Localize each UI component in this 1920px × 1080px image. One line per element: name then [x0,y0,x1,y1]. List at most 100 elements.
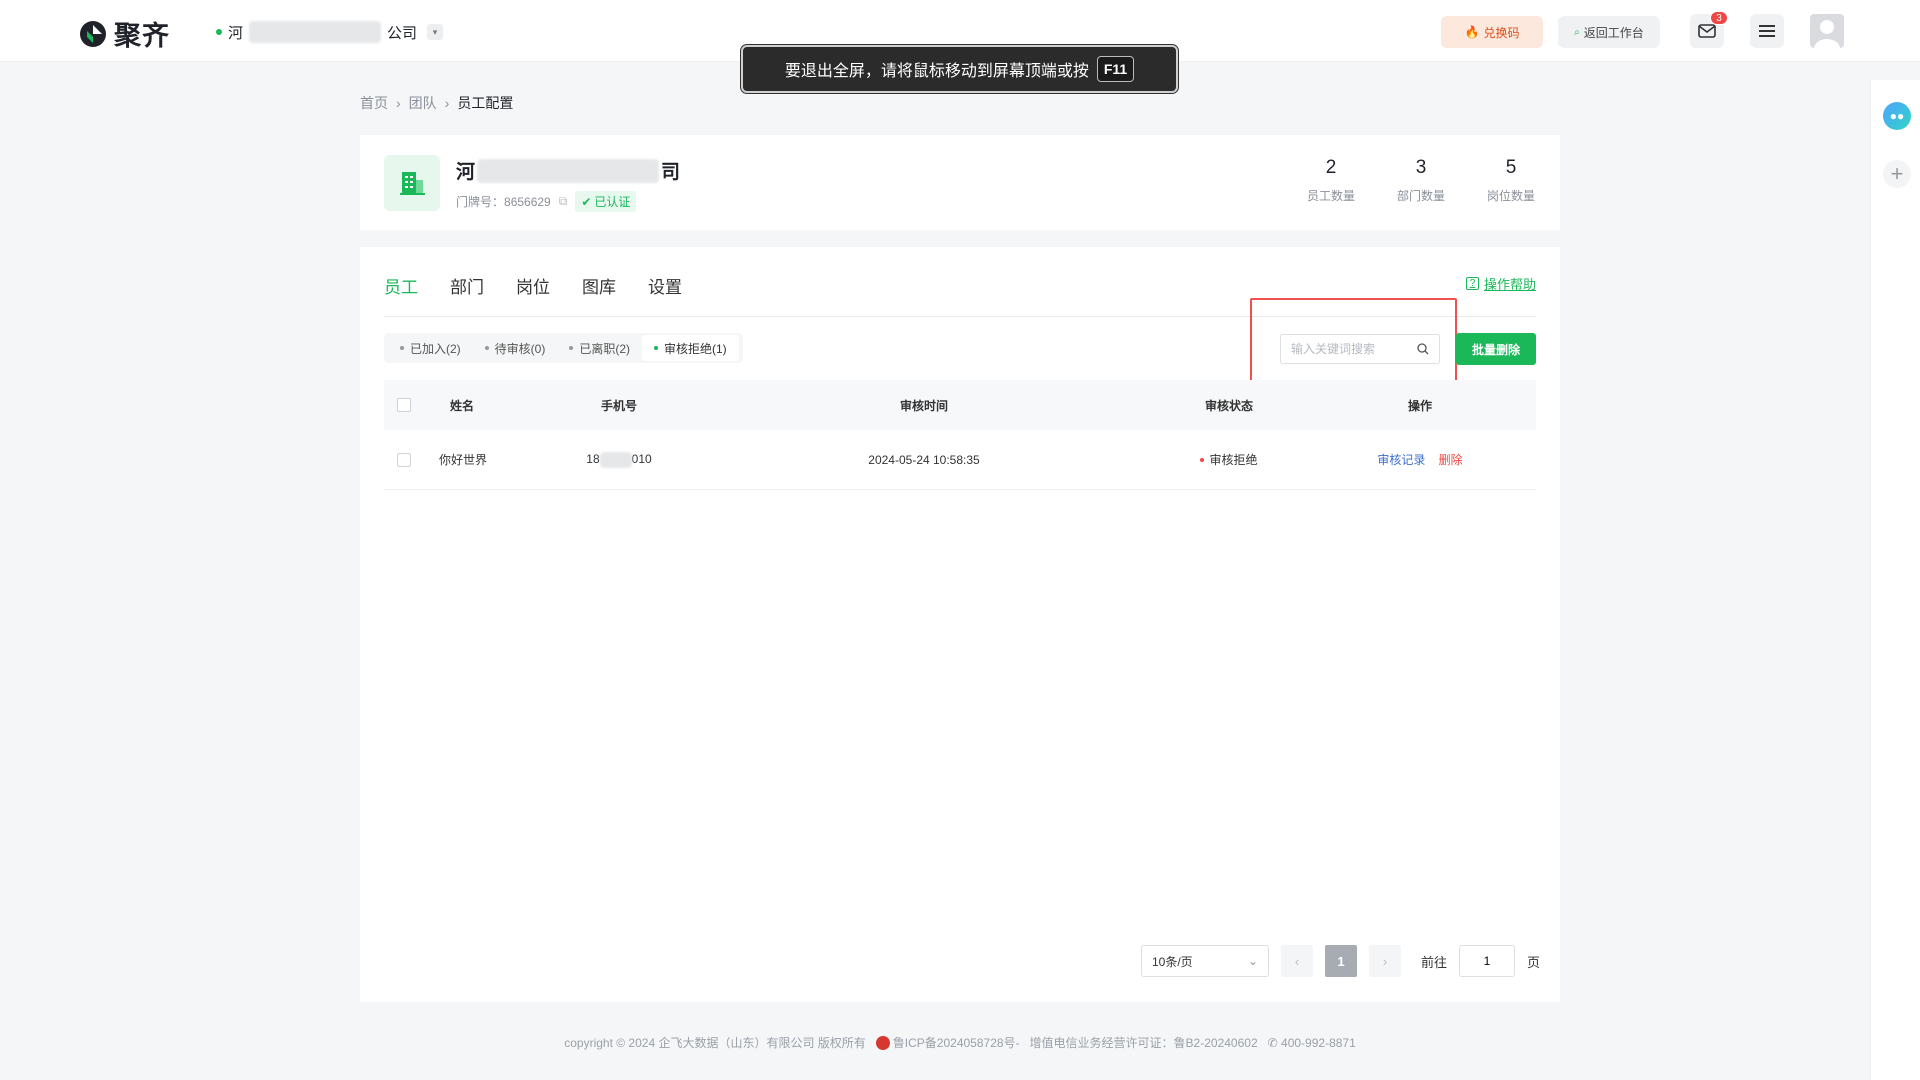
chevron-right-icon: › [444,95,450,111]
tab-gallery[interactable]: 图库 [582,273,616,298]
page-number[interactable]: 1 [1325,945,1357,977]
tab-settings[interactable]: 设置 [648,273,682,298]
redacted-phone [599,451,632,468]
search-box[interactable] [1280,334,1440,364]
building-icon [384,155,440,211]
logo-icon [80,20,106,47]
cell-status: 审核拒绝 [1154,451,1304,469]
tab-departments[interactable]: 部门 [450,273,484,298]
stat-label: 员工数量 [1306,189,1355,203]
footer-license: 增值电信业务经营许可证：鲁B2-20240602 [1029,1036,1258,1050]
stat-value: 3 [1415,157,1427,178]
help-icon: ? [1465,277,1479,290]
header-time: 审核时间 [899,398,948,413]
footer-icp[interactable]: 鲁ICP备2024058728号- [875,1034,1020,1051]
main-tabs: 员工 部门 岗位 图库 设置 [384,273,682,298]
search-icon[interactable] [1417,343,1429,355]
plate-label: 门牌号：8656629 [456,195,551,209]
delete-link[interactable]: 删除 [1439,453,1463,467]
status-subtabs: 已加入(2) 待审核(0) 已离职(2) 审核拒绝(1) [384,333,743,363]
org-name-prefix: 河 [228,24,244,42]
subtab-resigned[interactable]: 已离职(2) [557,335,642,361]
select-all-checkbox[interactable] [397,398,411,412]
footer-phone: ✆ 400-992-8871 [1267,1035,1356,1050]
back-to-workspace-button[interactable]: ⌕ 返回工作台 [1558,16,1660,48]
main-panel: 员工 部门 岗位 图库 设置 ? 操作帮助 已加入(2) 待审核(0) 已离职(… [360,247,1560,1002]
hamburger-icon [1759,25,1775,37]
page-size-value: 10条/页 [1152,954,1193,969]
mail-button[interactable]: 3 [1690,11,1728,48]
mail-badge: 3 [1710,11,1728,25]
footer: copyright © 2024 企飞大数据（山东）有限公司 版权所有 鲁ICP… [0,1034,1920,1051]
phone-icon: ✆ [1267,1035,1278,1050]
breadcrumb-team[interactable]: 团队 [409,93,437,113]
prev-page-button[interactable]: ‹ [1281,945,1313,977]
page-unit: 页 [1527,954,1541,970]
tab-employees[interactable]: 员工 [384,273,418,298]
cell-time: 2024-05-24 10:58:35 [868,452,980,467]
logo[interactable]: 聚齐 [78,14,170,53]
search-input[interactable] [1291,342,1401,356]
org-switcher[interactable]: 河 公司 ▾ [216,21,444,43]
verified-badge: ✔ 已认证 [575,191,637,212]
stat-positions: 5 岗位数量 [1486,157,1536,204]
company-name-prefix: 河 [456,162,476,183]
header-op: 操作 [1407,398,1432,413]
police-emblem-icon [875,1035,890,1050]
stat-departments: 3 部门数量 [1396,157,1446,204]
redacted-org-name [249,21,382,43]
batch-delete-button[interactable]: 批量删除 [1456,333,1536,365]
cell-op: 审核记录 删除 [1304,451,1536,468]
subtab-pending[interactable]: 待审核(0) [473,335,558,361]
goto-label: 前往 [1421,954,1448,970]
logo-text: 聚齐 [114,21,170,51]
chevron-down-icon: ⌄ [1247,954,1258,968]
user-avatar-icon [1814,20,1840,48]
plus-icon[interactable]: + [1883,160,1911,188]
stat-value: 5 [1505,157,1517,178]
stat-value: 2 [1325,157,1337,178]
audit-record-link[interactable]: 审核记录 [1377,453,1425,467]
back-label: 返回工作台 [1583,25,1644,40]
redeem-label: 兑换码 [1483,25,1520,40]
copy-icon[interactable]: ⧉ [559,194,568,209]
plate-number: 8656629 [504,195,551,209]
search-small-icon: ⌕ [1574,26,1580,38]
redeem-code-button[interactable]: 🔥 兑换码 [1441,16,1543,48]
row-checkbox[interactable] [397,452,411,467]
goto-page-input[interactable] [1459,945,1516,977]
subtab-joined[interactable]: 已加入(2) [388,335,473,361]
shield-check-icon: ✔ [581,194,592,209]
toast-key: F11 [1096,56,1135,82]
header-status: 审核状态 [1204,398,1253,413]
company-meta: 门牌号：8656629 ⧉ ✔ 已认证 [456,191,637,212]
verified-label: 已认证 [594,195,631,209]
company-stats: 2 员工数量 3 部门数量 5 岗位数量 [1306,157,1536,204]
chevron-right-icon: › [396,95,401,111]
header-name: 姓名 [450,398,475,413]
company-card: 河 司 门牌号：8656629 ⧉ ✔ 已认证 2 员工数量 3 部门数量 5 … [360,135,1560,230]
avatar[interactable] [1810,14,1844,48]
chat-icon[interactable]: ●● [1883,102,1911,130]
company-name: 河 司 [456,157,680,184]
subtab-rejected[interactable]: 审核拒绝(1) [642,335,739,361]
header-phone: 手机号 [600,398,637,413]
fullscreen-toast: 要退出全屏，请将鼠标移动到屏幕顶端或按 F11 [741,45,1178,93]
company-name-suffix: 司 [661,162,681,183]
help-link[interactable]: ? 操作帮助 [1465,274,1536,293]
breadcrumb-current: 员工配置 [457,95,514,111]
breadcrumb-home[interactable]: 首页 [360,93,388,113]
pagination: 10条/页 ⌄ ‹ 1 › 前往 页 [1141,945,1540,977]
stat-employees: 2 员工数量 [1306,157,1356,204]
fire-icon: 🔥 [1464,25,1480,39]
footer-copyright: copyright © 2024 企飞大数据（山东）有限公司 版权所有 [564,1036,866,1050]
caret-down-icon[interactable]: ▾ [427,24,444,40]
page-size-select[interactable]: 10条/页 ⌄ [1141,945,1269,977]
cell-phone: 18 010 [586,451,652,468]
tab-positions[interactable]: 岗位 [516,273,550,298]
menu-button[interactable] [1750,14,1784,48]
next-page-button[interactable]: › [1369,945,1401,977]
right-rail: ●● + [1870,80,1920,1080]
table-row: 你好世界 18 010 2024-05-24 10:58:35 审核拒绝 审核记录… [384,430,1536,490]
org-name-suffix: 公司 [387,24,418,42]
